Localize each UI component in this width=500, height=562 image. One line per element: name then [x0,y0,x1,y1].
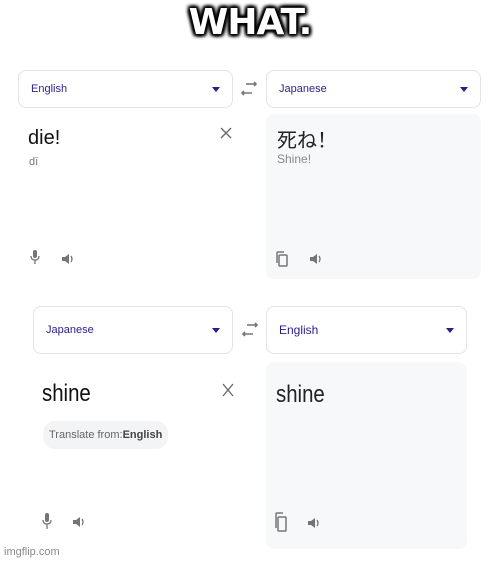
close-icon[interactable] [221,382,235,398]
translate-from-chip[interactable]: Translate from:English [43,421,169,449]
watermark: imgflip.com [4,546,60,558]
speaker-icon[interactable] [71,514,87,530]
target-language-label: Japanese [279,83,327,95]
microphone-icon[interactable] [27,249,43,265]
chevron-down-icon [460,86,468,92]
translate-from-prefix: Translate from: [49,429,123,441]
source-text-input[interactable]: shine [42,380,91,408]
speaker-icon[interactable] [60,251,76,267]
chevron-down-icon [212,327,220,333]
source-language-select[interactable]: English [18,70,233,108]
translation-transliteration: Shine! [277,152,312,166]
translate-from-language: English [122,429,163,441]
speaker-icon[interactable] [308,251,324,267]
swap-icon[interactable] [241,322,259,338]
copy-icon[interactable] [274,251,290,267]
target-language-select[interactable]: English [266,306,467,354]
meme-caption: WHAT. [188,2,313,43]
translation-output-text: shine [276,381,325,408]
source-transliteration: dī [29,156,39,168]
source-language-label: Japanese [46,324,94,336]
source-language-label: English [31,83,68,95]
target-language-select[interactable]: Japanese [266,70,481,108]
microphone-icon[interactable] [39,512,55,530]
close-icon[interactable] [219,126,233,140]
target-language-label: English [279,323,319,337]
copy-icon[interactable] [273,512,289,532]
speaker-icon[interactable] [306,515,322,531]
source-text-input[interactable]: die! [28,127,60,150]
swap-icon[interactable] [240,81,258,97]
source-language-select[interactable]: Japanese [33,306,233,354]
chevron-down-icon [212,86,220,92]
translation-output-text: 死ね！ [277,128,337,152]
chevron-down-icon [446,327,454,333]
